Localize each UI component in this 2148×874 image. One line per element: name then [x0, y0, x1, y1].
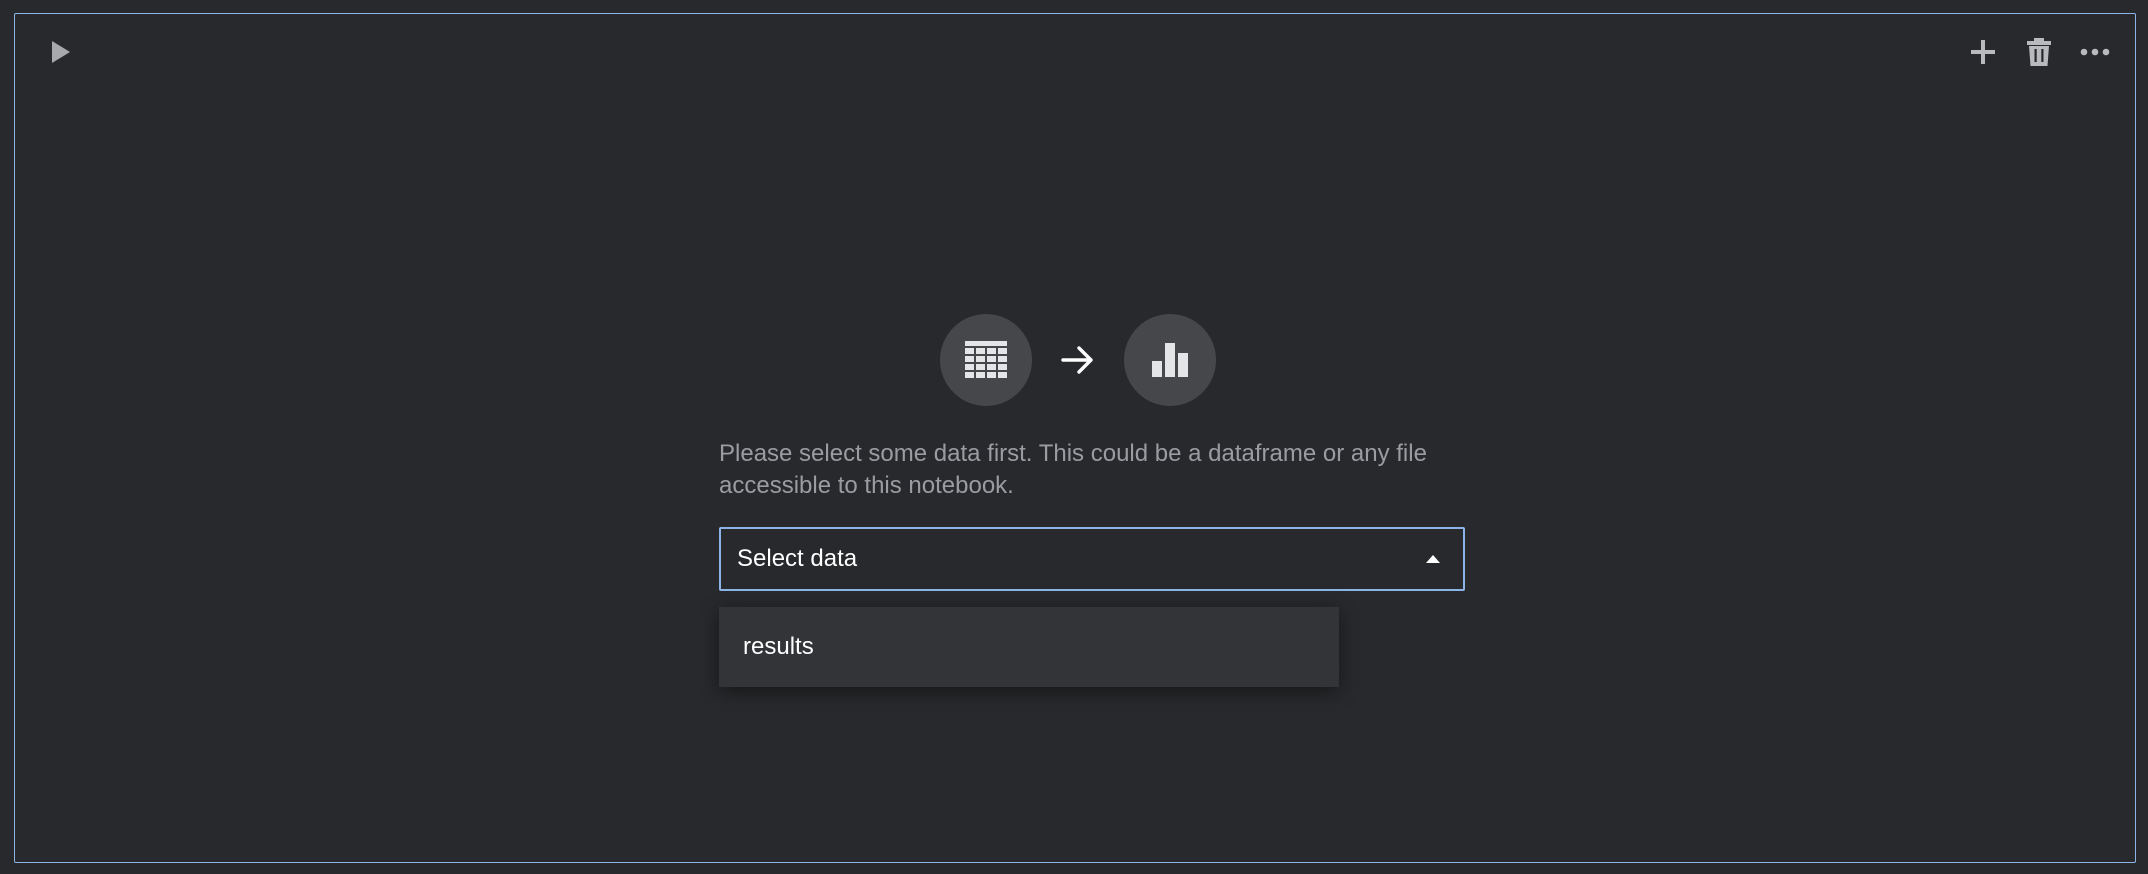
more-options-button[interactable] [2071, 32, 2119, 72]
more-horizontal-icon [2080, 48, 2110, 56]
select-data-value: Select data [737, 545, 858, 572]
delete-cell-button[interactable] [2015, 32, 2063, 72]
run-cell-button[interactable] [45, 34, 77, 70]
arrow-right-container [1032, 314, 1124, 406]
play-icon [52, 41, 70, 63]
data-to-chart-illustration [940, 314, 1216, 406]
table-icon [965, 341, 1007, 378]
dropdown-option-results[interactable]: results [719, 607, 1339, 687]
plus-icon [1971, 40, 1995, 64]
add-cell-button[interactable] [1959, 32, 2007, 72]
table-icon-circle [940, 314, 1032, 406]
select-data-dropdown[interactable]: Select data [719, 527, 1465, 591]
bar-chart-icon [1152, 343, 1188, 377]
select-data-menu: results [719, 607, 1339, 687]
arrow-right-icon [1061, 346, 1093, 374]
trash-icon [2027, 38, 2051, 66]
caret-up-icon [1426, 555, 1440, 563]
bar-chart-icon-circle [1124, 314, 1216, 406]
select-data-message: Please select some data first. This coul… [719, 440, 1427, 499]
cell-toolbar [1959, 32, 2119, 72]
chart-cell: Please select some data first. This coul… [14, 13, 2136, 863]
